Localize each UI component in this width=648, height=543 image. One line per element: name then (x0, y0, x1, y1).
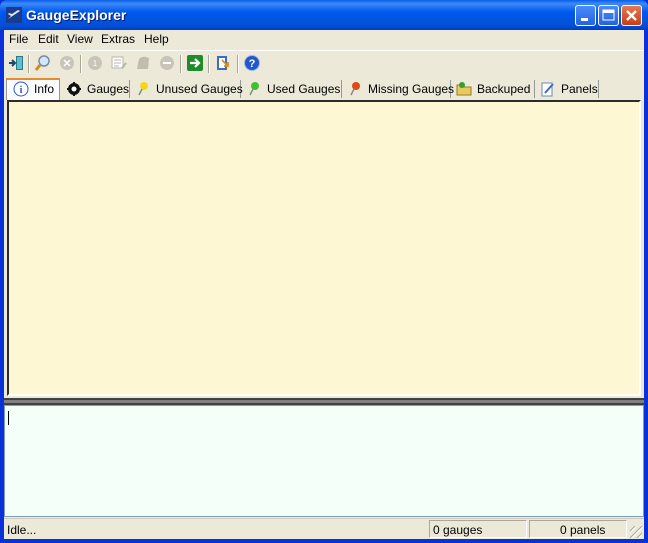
toolbar-separator (180, 55, 182, 73)
notepad-icon (541, 82, 554, 97)
close-icon (626, 10, 637, 21)
resize-grip[interactable] (630, 526, 642, 538)
menu-extras[interactable]: Extras (101, 32, 135, 46)
svg-text:?: ? (249, 58, 256, 70)
cancel-icon[interactable] (58, 54, 76, 72)
search-icon[interactable] (34, 54, 52, 72)
tab-unused-gauges[interactable]: Unused Gauges (129, 80, 243, 98)
info-icon: i (13, 81, 29, 97)
toolbar-separator (80, 55, 82, 73)
gauge-count: 0 gauges (433, 523, 483, 537)
export-icon[interactable] (214, 54, 232, 72)
toolbar-separator (28, 55, 30, 73)
status-text: Idle... (7, 523, 37, 537)
exit-icon[interactable] (7, 54, 25, 72)
maximize-icon (602, 9, 615, 21)
toolbar-separator (237, 55, 239, 73)
gauge-icon (67, 82, 81, 96)
close-button[interactable] (621, 5, 642, 26)
status-bar: Idle... 0 gauges 0 panels (4, 518, 644, 540)
tab-label: Backuped (477, 82, 531, 96)
gauge-count-panel: 0 gauges (429, 520, 527, 538)
tab-label: Unused Gauges (156, 82, 243, 96)
title-bar[interactable]: GaugeExplorer (0, 0, 648, 30)
gauge-icon[interactable]: 1 (86, 54, 104, 72)
menu-edit[interactable]: Edit (38, 32, 59, 46)
tab-label: Used Gauges (267, 82, 341, 96)
menu-help[interactable]: Help (144, 32, 169, 46)
panel-icon[interactable] (134, 54, 152, 72)
menu-view[interactable]: View (67, 32, 93, 46)
svg-text:1: 1 (93, 59, 98, 68)
airplane-app-icon (6, 7, 22, 23)
info-panel (7, 100, 641, 396)
tab-missing-gauges[interactable]: Missing Gauges (341, 80, 455, 98)
tab-strip: i Info Gauges Unused Gauges Used Gauges … (4, 78, 644, 100)
tab-label: Missing Gauges (368, 82, 455, 96)
toolbar-separator (208, 55, 210, 73)
yellow-pin-icon (138, 82, 148, 96)
edit-list-icon[interactable] (110, 54, 128, 72)
window-title: GaugeExplorer (26, 7, 127, 23)
main-window: GaugeExplorer File Edit View Extras Help (0, 0, 648, 543)
panel-count: 0 panels (560, 523, 606, 537)
text-caret (8, 411, 9, 425)
tab-panels[interactable]: Panels (534, 80, 599, 98)
tab-used-gauges[interactable]: Used Gauges (240, 80, 342, 98)
tab-label: Gauges (87, 82, 130, 96)
minimize-button[interactable] (575, 5, 596, 26)
toolbar: 1 ? (4, 50, 644, 77)
red-pin-icon (350, 82, 360, 96)
folder-icon (456, 82, 472, 96)
menu-bar: File Edit View Extras Help (4, 30, 644, 48)
panel-count-panel: 0 panels (529, 520, 627, 538)
tab-info[interactable]: i Info (6, 78, 60, 100)
menu-file[interactable]: File (9, 32, 28, 46)
splitter-handle[interactable] (4, 398, 644, 405)
green-pin-icon (249, 82, 259, 96)
svg-text:i: i (20, 85, 23, 96)
go-arrow-icon[interactable] (186, 54, 204, 72)
remove-icon[interactable] (158, 54, 176, 72)
maximize-button[interactable] (598, 5, 619, 26)
status-text-panel: Idle... (4, 520, 428, 538)
tab-backuped[interactable]: Backuped (450, 80, 535, 98)
client-area: File Edit View Extras Help 1 ? i Info Ga… (4, 30, 644, 539)
tab-label: Info (34, 82, 55, 96)
help-icon[interactable]: ? (243, 54, 261, 72)
minimize-icon (581, 18, 588, 21)
log-textarea[interactable] (4, 405, 644, 517)
tab-label: Panels (561, 82, 598, 96)
tab-gauges[interactable]: Gauges (60, 80, 130, 98)
